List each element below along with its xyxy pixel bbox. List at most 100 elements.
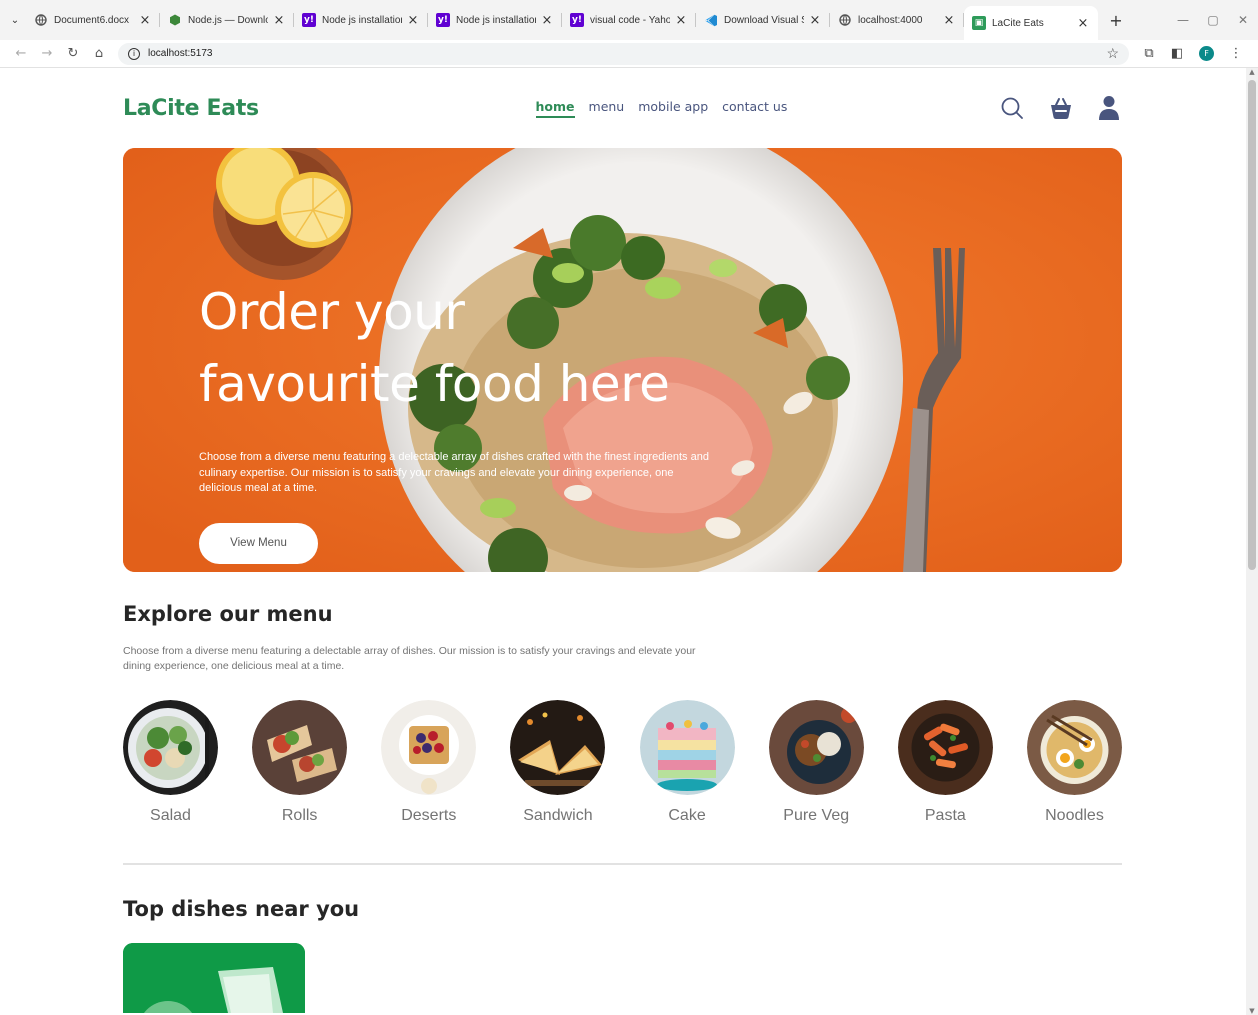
close-icon[interactable]: × [406, 13, 420, 28]
vscode-icon [704, 13, 718, 27]
nav-link-contact-us[interactable]: contact us [722, 99, 787, 118]
tab-title: Download Visual Stu [724, 14, 804, 26]
profile-avatar[interactable]: F [1199, 46, 1214, 61]
menu-category-label: Pure Veg [783, 807, 850, 824]
more-menu-icon[interactable]: ⋮ [1222, 46, 1250, 61]
menu-category-pasta[interactable]: Pasta [897, 700, 993, 825]
browser-tab[interactable]: y! Node js installation - × [294, 5, 428, 35]
close-icon[interactable]: × [138, 13, 152, 28]
url-input[interactable]: i localhost:5173 ☆ [118, 42, 1129, 65]
menu-category-deserts[interactable]: Deserts [381, 700, 477, 825]
nav-link-menu[interactable]: menu [589, 99, 625, 118]
browser-tab-strip: ⌄ Document6.docx × Node.js — Download × … [0, 0, 1258, 40]
top-dishes-title: Top dishes near you [123, 897, 360, 921]
window-controls: — ▢ ✕ [1168, 0, 1258, 40]
menu-category-sandwich[interactable]: Sandwich [510, 700, 606, 825]
explore-menu-section: Explore our menu Choose from a diverse m… [123, 602, 1122, 825]
yahoo-icon: y! [302, 13, 316, 27]
browser-tab[interactable]: y! visual code - Yahoo ! × [562, 5, 696, 35]
forward-icon[interactable]: → [34, 46, 60, 61]
url-text: localhost:5173 [148, 48, 213, 59]
food-card-image [123, 943, 305, 1013]
explore-menu-title: Explore our menu [123, 602, 333, 626]
menu-category-list: Salad Rolls Deserts Sandwich Cake Pure V… [123, 700, 1122, 825]
browser-tab-active[interactable]: ▣ LaCite Eats × [964, 6, 1098, 40]
menu-category-label: Rolls [281, 807, 318, 824]
close-icon[interactable]: × [808, 13, 822, 28]
close-icon[interactable]: × [1076, 16, 1090, 31]
menu-category-pure-veg[interactable]: Pure Veg [768, 700, 864, 825]
browser-tab[interactable]: Node.js — Download × [160, 5, 294, 35]
nav-links: home menu mobile app contact us [535, 99, 787, 118]
maximize-icon[interactable]: ▢ [1198, 13, 1228, 27]
hero-content: Order your favourite food here Choose fr… [199, 276, 719, 564]
user-icon[interactable] [1098, 95, 1120, 121]
browser-tab[interactable]: Document6.docx × [26, 5, 160, 35]
lacite-icon: ▣ [972, 16, 986, 30]
browser-tab[interactable]: y! Node js installation - × [428, 5, 562, 35]
home-icon[interactable]: ⌂ [86, 46, 112, 61]
scrollbar-thumb[interactable] [1248, 80, 1256, 570]
tab-title: localhost:4000 [858, 14, 923, 26]
nav-link-home[interactable]: home [535, 99, 575, 118]
tab-title: visual code - Yahoo ! [590, 14, 670, 26]
close-icon[interactable]: × [540, 13, 554, 28]
new-tab-button[interactable]: + [1104, 8, 1128, 32]
page-scrollbar[interactable]: ▲ ▼ [1246, 68, 1258, 1015]
cake-image [639, 700, 735, 795]
salad-image [123, 700, 218, 795]
scroll-up-icon[interactable]: ▲ [1246, 68, 1258, 76]
page-content: LaCite Eats home menu mobile app contact… [123, 68, 1122, 1013]
site-logo[interactable]: LaCite Eats [123, 96, 259, 121]
menu-category-cake[interactable]: Cake [639, 700, 735, 825]
yahoo-icon: y! [570, 13, 584, 27]
food-card[interactable] [123, 943, 305, 1013]
browser-tab[interactable]: localhost:4000 × [830, 5, 964, 35]
menu-category-label: Cake [668, 807, 706, 824]
nodejs-icon [168, 13, 182, 27]
top-dishes-section: Top dishes near you [123, 897, 1122, 1013]
close-icon[interactable]: × [942, 13, 956, 28]
extensions-icon[interactable]: ⧉ [1135, 46, 1163, 61]
tab-search-chevron-icon[interactable]: ⌄ [4, 9, 26, 31]
reload-icon[interactable]: ↻ [60, 46, 86, 61]
back-icon[interactable]: ← [8, 46, 34, 61]
pasta-image [897, 700, 993, 795]
bookmark-star-icon[interactable]: ☆ [1106, 45, 1119, 62]
browser-tab[interactable]: Download Visual Stu × [696, 5, 830, 35]
view-menu-button[interactable]: View Menu [199, 522, 318, 564]
scroll-down-icon[interactable]: ▼ [1246, 1007, 1258, 1015]
sandwich-image [510, 700, 606, 795]
nav-link-mobile-app[interactable]: mobile app [638, 99, 708, 118]
tab-title: Document6.docx [54, 14, 130, 26]
menu-category-rolls[interactable]: Rolls [252, 700, 348, 825]
menu-category-label: Deserts [401, 807, 457, 824]
tab-title: Node js installation - [456, 14, 536, 26]
hero-title-line: Order your [199, 283, 465, 341]
minimize-icon[interactable]: — [1168, 13, 1198, 27]
menu-category-label: Noodles [1045, 807, 1104, 824]
site-info-icon[interactable]: i [128, 47, 140, 60]
rolls-image [252, 700, 348, 795]
menu-category-salad[interactable]: Salad [123, 700, 218, 825]
side-panel-icon[interactable]: ◧ [1163, 46, 1191, 61]
tab-title: Node js installation - [322, 14, 402, 26]
menu-category-noodles[interactable]: Noodles [1026, 700, 1122, 825]
hero-banner: Order your favourite food here Choose fr… [123, 148, 1122, 572]
yahoo-icon: y! [436, 13, 450, 27]
menu-category-label: Salad [150, 807, 191, 824]
window-close-icon[interactable]: ✕ [1228, 13, 1258, 27]
noodles-image [1026, 700, 1122, 795]
search-icon[interactable] [1000, 96, 1024, 120]
close-icon[interactable]: × [272, 13, 286, 28]
nav-actions [1000, 95, 1120, 121]
deserts-image [381, 700, 477, 795]
explore-menu-description: Choose from a diverse menu featuring a d… [123, 645, 696, 672]
globe-icon [838, 13, 852, 27]
tab-title: Node.js — Download [188, 14, 268, 26]
hero-description: Choose from a diverse menu featuring a d… [199, 451, 709, 494]
pure-veg-image [768, 700, 864, 795]
basket-icon[interactable] [1048, 96, 1074, 120]
address-bar: ← → ↻ ⌂ i localhost:5173 ☆ ⧉ ◧ F ⋮ [0, 40, 1258, 68]
close-icon[interactable]: × [674, 13, 688, 28]
